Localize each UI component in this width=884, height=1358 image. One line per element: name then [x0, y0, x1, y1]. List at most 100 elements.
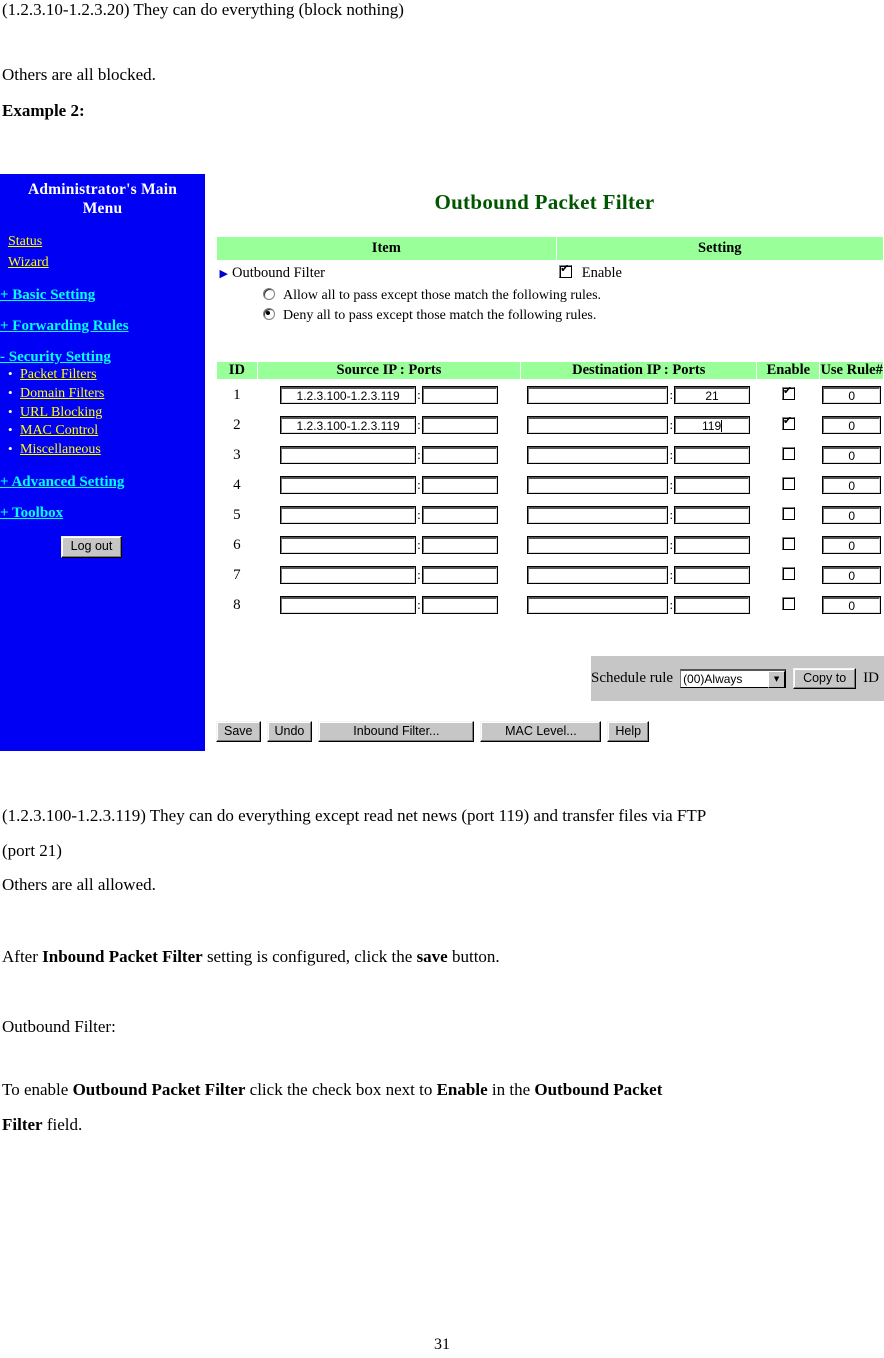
rule-id: 6 [233, 536, 241, 553]
sidebar-subitem-label[interactable]: URL Blocking [20, 404, 102, 423]
rule-id: 7 [233, 566, 241, 583]
packet-filter-rules-table: ID Source IP : Ports Destination IP : Po… [216, 361, 884, 620]
rule-source-cell: : [257, 530, 520, 560]
use-rule-input[interactable]: 0 [822, 446, 882, 465]
rule-enable-checkbox[interactable] [781, 596, 795, 610]
enable-checkbox[interactable] [559, 262, 573, 278]
rule-destination-cell: : [521, 560, 757, 590]
dest-port-input[interactable] [674, 476, 751, 495]
sidebar-item-wizard[interactable]: Wizard [8, 252, 205, 273]
filter-mode-cell: Allow all to pass except those match the… [217, 284, 884, 327]
paragraph-outbound-filter-heading: Outbound Filter: [2, 1017, 116, 1036]
dest-ip-input[interactable] [527, 506, 669, 525]
schedule-rule-select[interactable]: (00)Always ▼ [680, 669, 787, 688]
sidebar-item-forwarding-rules[interactable]: + Forwarding Rules [0, 317, 205, 335]
dest-ip-input[interactable] [527, 596, 669, 615]
sidebar-subitem-label[interactable]: Packet Filters [20, 366, 97, 385]
inbound-filter-button[interactable]: Inbound Filter... [318, 721, 475, 743]
source-ip-input[interactable] [280, 446, 417, 465]
dest-ip-input[interactable] [527, 566, 669, 585]
deny-radio[interactable] [262, 308, 275, 321]
rule-enable-checkbox[interactable] [781, 566, 795, 580]
dest-ip-input[interactable] [527, 476, 669, 495]
use-rule-input[interactable]: 0 [822, 476, 882, 495]
sidebar-subitem-label[interactable]: Domain Filters [20, 385, 104, 404]
rule-source-cell: : [257, 470, 520, 500]
source-port-input[interactable] [421, 476, 498, 495]
undo-button[interactable]: Undo [266, 721, 313, 743]
source-port-input[interactable] [421, 416, 498, 435]
sidebar-item-advanced-setting[interactable]: + Advanced Setting [0, 473, 205, 491]
dest-port-input[interactable] [674, 506, 751, 525]
dest-ip-input[interactable] [527, 446, 669, 465]
use-rule-input[interactable]: 0 [822, 566, 882, 585]
filter-mode-deny-option[interactable]: Deny all to pass except those match the … [262, 306, 884, 326]
sidebar-subitem-packet-filters[interactable]: • Packet Filters [8, 366, 205, 385]
source-ip-input[interactable] [280, 506, 417, 525]
source-ip-input[interactable]: 1.2.3.100-1.2.3.119 [280, 416, 417, 435]
rule-source-cell: : [257, 440, 520, 470]
source-ip-input[interactable]: 1.2.3.100-1.2.3.119 [280, 386, 417, 405]
table-row: 2 1.2.3.100-1.2.3.119: :119 0 [217, 410, 884, 440]
source-port-input[interactable] [421, 386, 498, 405]
source-ip-input[interactable] [280, 566, 417, 585]
text-caret [721, 420, 723, 433]
dest-port-input[interactable] [674, 596, 751, 615]
bullet-icon: • [8, 365, 13, 381]
rule-enable-checkbox[interactable] [781, 476, 795, 490]
rule-enable-checkbox[interactable] [781, 446, 795, 460]
dest-port-input[interactable] [674, 566, 751, 585]
rule-enable-checkbox[interactable] [781, 384, 795, 400]
use-rule-input[interactable]: 0 [822, 596, 882, 615]
source-port-input[interactable] [421, 536, 498, 555]
source-ip-input[interactable] [280, 476, 417, 495]
source-port-input[interactable] [421, 506, 498, 525]
copy-to-button[interactable]: Copy to [793, 667, 857, 690]
allow-radio[interactable] [262, 288, 275, 300]
sidebar-group-toolbox: + Toolbox [0, 504, 205, 522]
schedule-rule-panel: Schedule rule (00)Always ▼ Copy to ID --… [591, 656, 884, 701]
save-button[interactable]: Save [216, 721, 261, 743]
use-rule-input[interactable]: 0 [822, 386, 882, 405]
dest-port-input[interactable]: 21 [674, 386, 751, 405]
sidebar-item-status[interactable]: Status [8, 231, 205, 252]
rule-id: 2 [233, 416, 241, 433]
sidebar-item-toolbox[interactable]: + Toolbox [0, 504, 205, 522]
rule-enable-checkbox[interactable] [781, 414, 795, 430]
outbound-filter-row: ▶Outbound Filter Enable [217, 261, 884, 285]
dest-ip-input[interactable] [527, 416, 669, 435]
dest-ip-input[interactable] [527, 536, 669, 555]
source-port-input[interactable] [421, 566, 498, 585]
sidebar-item-security-setting[interactable]: - Security Setting [0, 348, 205, 366]
source-port-input[interactable] [421, 596, 498, 615]
rule-use-rule-cell: 0 [820, 560, 884, 590]
rule-use-rule-cell: 0 [820, 530, 884, 560]
sidebar-subitem-label[interactable]: Miscellaneous [20, 441, 101, 460]
paragraph-others-allowed: Others are all allowed. [2, 875, 156, 894]
rule-use-rule-cell: 0 [820, 500, 884, 530]
use-rule-input[interactable]: 0 [822, 506, 882, 525]
mac-level-button[interactable]: MAC Level... [480, 721, 602, 743]
sidebar-subitem-label[interactable]: MAC Control [20, 422, 98, 441]
dest-ip-input[interactable] [527, 386, 669, 405]
rule-enable-checkbox[interactable] [781, 506, 795, 520]
sidebar-subitem-domain-filters[interactable]: • Domain Filters [8, 385, 205, 404]
sidebar-item-basic-setting[interactable]: + Basic Setting [0, 286, 205, 304]
use-rule-input[interactable]: 0 [822, 536, 882, 555]
sidebar-subitem-miscellaneous[interactable]: • Miscellaneous [8, 441, 205, 460]
enable-label: Enable [581, 265, 622, 281]
sidebar-subitem-url-blocking[interactable]: • URL Blocking [8, 404, 205, 423]
rule-enable-checkbox[interactable] [781, 536, 795, 550]
dest-port-input[interactable]: 119 [674, 416, 751, 435]
logout-button[interactable]: Log out [60, 536, 123, 558]
source-port-input[interactable] [421, 446, 498, 465]
help-button[interactable]: Help [607, 721, 650, 743]
dest-port-input[interactable] [674, 536, 751, 555]
sidebar-subitem-mac-control[interactable]: • MAC Control [8, 422, 205, 441]
filter-mode-allow-option[interactable]: Allow all to pass except those match the… [262, 286, 884, 306]
source-ip-input[interactable] [280, 596, 417, 615]
use-rule-input[interactable]: 0 [822, 416, 882, 435]
dest-port-input[interactable] [674, 446, 751, 465]
source-ip-input[interactable] [280, 536, 417, 555]
heading-example-2: Example 2: [2, 101, 85, 120]
